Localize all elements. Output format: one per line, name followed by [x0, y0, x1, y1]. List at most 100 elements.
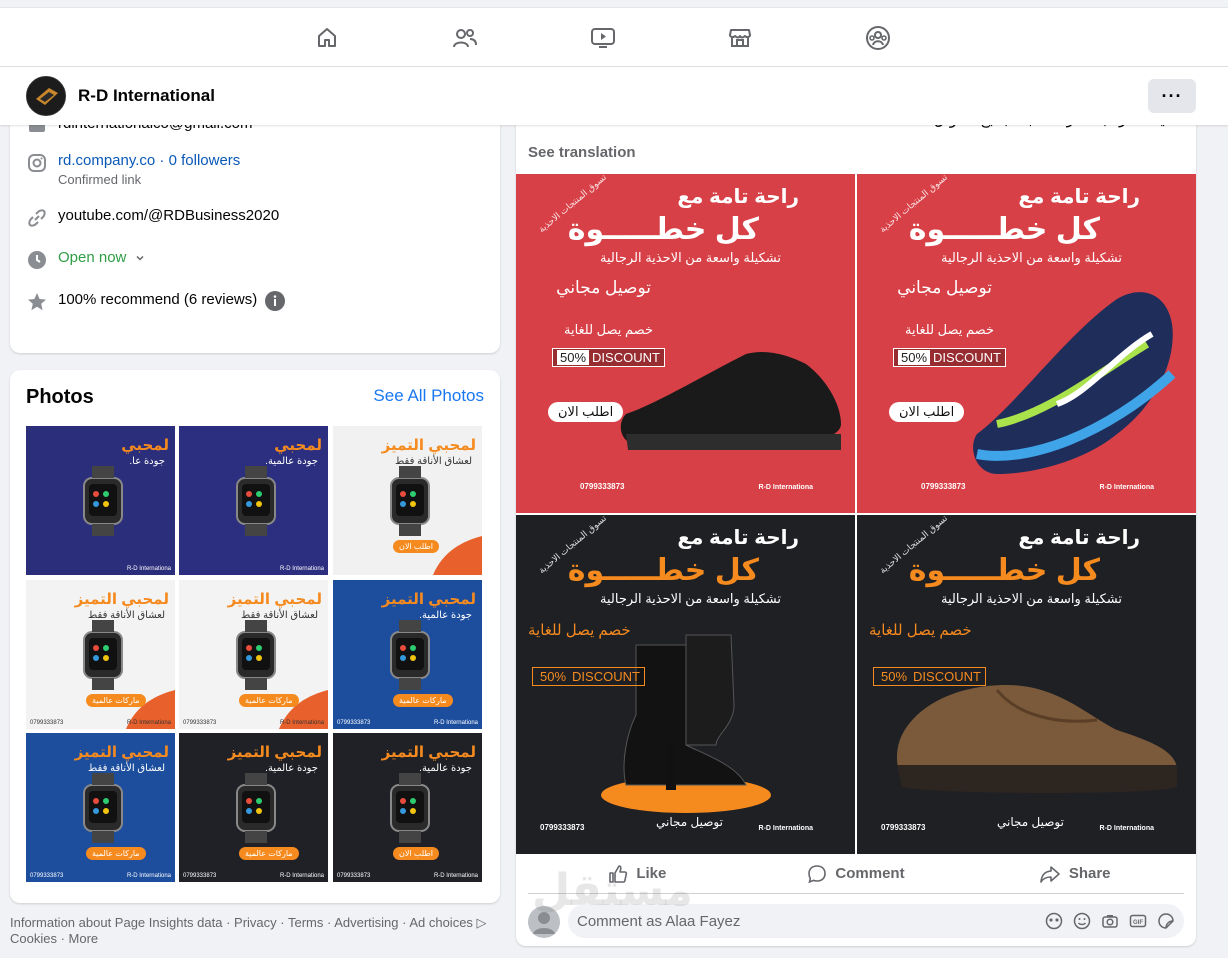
ad-free-delivery: توصيل مجاني — [997, 815, 1064, 829]
footer-links-line1[interactable]: Information about Page Insights data · P… — [10, 915, 473, 930]
comment-input[interactable]: Comment as Alaa Fayez GIF — [568, 904, 1184, 938]
thumbnail-brand: R-D Internationa — [126, 720, 171, 726]
ad-subline: تشكيلة واسعة من الاحذية الرجالية — [941, 591, 1122, 606]
see-translation-link[interactable]: See translation — [528, 144, 636, 161]
ad-discount-word: DISCOUNT — [933, 350, 1001, 365]
star-icon — [26, 291, 48, 313]
post-card: احذية فاخرة بأسعار مناسبة لجميع الأذواق … — [516, 110, 1196, 946]
emoji-icon[interactable] — [1072, 911, 1092, 931]
ad-discount-word: DISCOUNT — [592, 350, 660, 365]
thumbnail-subline: لعشاق الأناقة فقط — [241, 610, 318, 621]
thumbnail-headline: لمحبي — [121, 437, 169, 454]
groups-icon[interactable] — [864, 24, 892, 52]
clock-icon — [26, 249, 48, 271]
post-action-bar: Like Comment Share — [528, 854, 1184, 894]
post-image[interactable]: تسوق المنتجات الاحذية راحة تامة مع كل خطــ… — [516, 515, 855, 854]
ad-phone: 0799333873 — [921, 482, 966, 491]
ad-choices-icon[interactable]: ▷ — [477, 915, 487, 930]
hours-row[interactable]: Open now — [26, 249, 146, 271]
ad-discount-percent: 50% — [540, 669, 567, 684]
thumbnail-brand: R-D Internationa — [279, 873, 324, 879]
like-label: Like — [636, 865, 667, 882]
thumbnail-tag: ماركات عالمية — [239, 847, 299, 860]
thumbnail-tag: اطلب الان — [393, 540, 439, 553]
ad-headline: راحة تامة مع — [677, 186, 799, 208]
info-icon[interactable] — [265, 291, 286, 316]
watch-icon[interactable] — [589, 24, 617, 52]
camera-icon[interactable] — [1100, 911, 1120, 931]
share-button[interactable]: Share — [965, 854, 1184, 893]
thumbnail-phone: 0799333873 — [30, 720, 64, 726]
ad-brand: R-D Internationa — [758, 484, 813, 491]
ad-discount-line: خصم يصل للغاية — [904, 322, 994, 337]
photo-thumbnail[interactable]: لمحبي جودة عا. R-D Internationa — [26, 426, 175, 575]
thumbnail-tag: ماركات عالمية — [86, 694, 146, 707]
avatar-sticker-icon[interactable] — [1044, 911, 1064, 931]
ad-discount-line: خصم يصل للغاية — [563, 322, 653, 337]
user-avatar[interactable] — [528, 906, 560, 938]
instagram-link[interactable]: rd.company.co · 0 followers — [58, 152, 240, 169]
youtube-row: youtube.com/@RDBusiness2020 — [26, 207, 279, 229]
post-image[interactable]: تسوق المنتجات الاحذية راحة تامة مع كل خطــ… — [857, 174, 1196, 513]
thumbnail-phone: 0799333873 — [337, 720, 371, 726]
instagram-confirmed-label: Confirmed link — [58, 172, 142, 187]
ad-free-delivery: توصيل مجاني — [556, 278, 651, 297]
ad-headline: راحة تامة مع — [677, 527, 799, 549]
gif-icon[interactable]: GIF — [1128, 911, 1148, 931]
post-image[interactable]: تسوق المنتجات الاحذية راحة تامة مع كل خطــ… — [857, 515, 1196, 854]
thumbnail-tag: ماركات عالمية — [239, 694, 299, 707]
photos-card: Photos See All Photos لمحبي جودة عا. R-D I… — [10, 370, 500, 903]
thumbnail-subline: لعشاق الأناقة فقط — [395, 456, 472, 467]
ad-headline-big: كل خطـــــوة — [908, 213, 1100, 246]
thumbnail-brand: R-D Internationa — [279, 566, 324, 572]
ad-free-delivery: توصيل مجاني — [656, 815, 723, 829]
ad-order-now: اطلب الان — [889, 402, 965, 422]
ad-discount-badge: 50% DISCOUNT — [873, 667, 986, 686]
ad-discount-badge: 50% DISCOUNT — [532, 667, 645, 686]
home-icon[interactable] — [313, 24, 341, 52]
post-image[interactable]: تسوق المنتجات الاحذية راحة تامة مع كل خطــ… — [516, 174, 855, 513]
chevron-down-icon[interactable] — [134, 251, 146, 269]
friends-icon[interactable] — [451, 24, 479, 52]
photo-thumbnail[interactable]: لمحبي التميز لعشاق الأناقة فقط ماركات عالم… — [26, 580, 175, 729]
ad-discount-badge: 50% DISCOUNT — [552, 348, 665, 367]
photo-thumbnail[interactable]: لمحبي جودة عالمية. R-D Internationa — [179, 426, 328, 575]
thumbnail-brand: R-D Internationa — [433, 720, 478, 726]
like-icon — [608, 864, 628, 884]
see-all-photos-link[interactable]: See All Photos — [373, 386, 484, 406]
page-name[interactable]: R-D International — [78, 86, 215, 106]
marketplace-icon[interactable] — [726, 24, 754, 52]
footer-links: Information about Page Insights data · P… — [10, 915, 500, 947]
thumbnail-brand: R-D Internationa — [433, 873, 478, 879]
ad-order-now: اطلب الان — [548, 402, 624, 422]
thumbnail-phone: 0799333873 — [183, 873, 217, 879]
intro-card: rdinternationalco@gmail.com rd.company.c… — [10, 110, 500, 353]
photo-thumbnail[interactable]: لمحبي التميز لعشاق الأناقة فقط ماركات عالم… — [26, 733, 175, 882]
ad-discount-line: خصم يصل للغاية — [528, 622, 631, 639]
top-navigation-bar — [0, 0, 1228, 67]
photo-thumbnail[interactable]: لمحبي التميز لعشاق الأناقة فقط ماركات عالم… — [179, 580, 328, 729]
photo-thumbnail[interactable]: لمحبي التميز جودة عالمية. ماركات عالمية 079… — [179, 733, 328, 882]
comment-button[interactable]: Comment — [747, 854, 966, 893]
more-options-button[interactable]: ··· — [1148, 79, 1196, 113]
ad-discount-line: خصم يصل للغاية — [869, 622, 972, 639]
ad-free-delivery: توصيل مجاني — [897, 278, 992, 297]
thumbnail-brand: R-D Internationa — [126, 566, 171, 572]
ad-headline-big: كل خطـــــوة — [567, 554, 759, 587]
open-now-status[interactable]: Open now — [58, 249, 126, 266]
instagram-row: rd.company.co · 0 followers Confirmed li… — [26, 152, 240, 187]
sticker-icon[interactable] — [1156, 911, 1176, 931]
footer-links-line2[interactable]: Cookies · More — [10, 931, 500, 947]
thumbnail-subline: جودة عالمية. — [265, 456, 318, 467]
ad-subline: تشكيلة واسعة من الاحذية الرجالية — [600, 591, 781, 606]
like-button[interactable]: Like — [528, 854, 747, 893]
thumbnail-subline: لعشاق الأناقة فقط — [88, 610, 165, 621]
instagram-icon — [26, 152, 48, 174]
page-avatar[interactable] — [26, 76, 66, 116]
ad-headline: راحة تامة مع — [1018, 186, 1140, 208]
youtube-link[interactable]: youtube.com/@RDBusiness2020 — [58, 207, 279, 224]
photo-thumbnail[interactable]: لمحبي التميز جودة عالمية. ماركات عالمية 079… — [333, 580, 482, 729]
recommend-row: 100% recommend (6 reviews) — [26, 291, 286, 316]
photo-thumbnail[interactable]: لمحبي التميز جودة عالمية. اطلب الان 0799333… — [333, 733, 482, 882]
photo-thumbnail[interactable]: لمحبي التميز لعشاق الأناقة فقط اطلب الان — [333, 426, 482, 575]
